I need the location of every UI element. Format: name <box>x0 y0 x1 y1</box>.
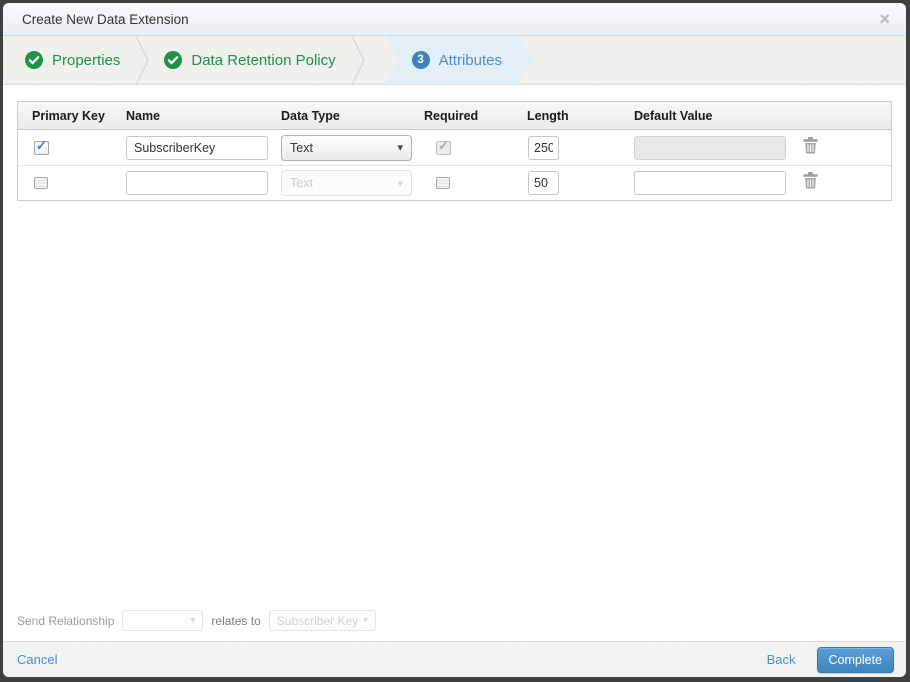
chevron-down-icon: ▾ <box>190 615 196 626</box>
back-link[interactable]: Back <box>767 652 796 667</box>
wizard-steps: Properties Data Retention Policy 3 Attri… <box>3 35 906 85</box>
wizard-step-label: Properties <box>52 51 121 69</box>
wizard-step-data-retention-policy[interactable]: Data Retention Policy <box>164 51 336 69</box>
create-data-extension-dialog: Create New Data Extension × Properties D… <box>3 3 906 677</box>
attribute-row: Text ▾ <box>18 130 891 165</box>
screen-background: Create New Data Extension × Properties D… <box>0 0 910 682</box>
chevron-down-icon: ▾ <box>363 615 369 626</box>
attributes-table: Primary Key Name Data Type Required Leng… <box>17 101 892 201</box>
trash-icon[interactable] <box>803 136 818 154</box>
send-relationship-row: Send Relationship ▾ relates to Subscribe… <box>17 610 892 631</box>
check-circle-icon <box>164 51 183 69</box>
primary-key-checkbox[interactable] <box>34 140 49 155</box>
length-input[interactable] <box>528 171 559 195</box>
default-value-input[interactable] <box>634 171 786 195</box>
send-relationship-target-select: Subscriber Key ▾ <box>268 610 377 631</box>
header-length: Length <box>527 108 569 123</box>
wizard-step-attributes[interactable]: 3 Attributes <box>386 36 534 85</box>
data-type-value: Text <box>290 176 313 190</box>
primary-key-checkbox[interactable] <box>34 177 48 189</box>
required-checkbox <box>436 140 451 155</box>
close-icon[interactable]: × <box>879 10 890 28</box>
send-relationship-label: Send Relationship <box>17 613 115 628</box>
chevron-separator-icon <box>350 35 365 85</box>
wizard-step-properties[interactable]: Properties <box>25 51 120 69</box>
dialog-title: Create New Data Extension <box>22 11 189 27</box>
complete-button[interactable]: Complete <box>816 646 894 673</box>
header-data-type: Data Type <box>281 108 340 123</box>
data-type-select: Text ▾ <box>281 170 412 196</box>
send-relationship-target-value: Subscriber Key <box>276 613 359 628</box>
header-required: Required <box>424 108 479 123</box>
name-input[interactable] <box>126 135 268 160</box>
dialog-titlebar: Create New Data Extension × <box>3 3 906 36</box>
dialog-footer: Cancel Back Complete <box>3 641 906 677</box>
header-primary-key: Primary Key <box>32 108 105 123</box>
chevron-down-icon: ▾ <box>397 142 403 154</box>
required-checkbox[interactable] <box>436 177 450 189</box>
relates-to-label: relates to <box>211 613 261 628</box>
cancel-link[interactable]: Cancel <box>17 652 57 667</box>
wizard-step-label: Data Retention Policy <box>191 51 336 69</box>
wizard-step-label: Attributes <box>438 51 502 69</box>
send-relationship-source-select: ▾ <box>122 610 204 631</box>
attribute-row: Text ▾ <box>18 165 891 200</box>
header-default-value: Default Value <box>634 108 713 123</box>
trash-icon[interactable] <box>803 172 818 189</box>
chevron-down-icon: ▾ <box>397 177 403 190</box>
attributes-panel: Primary Key Name Data Type Required Leng… <box>3 85 906 641</box>
default-value-input <box>634 135 786 160</box>
check-circle-icon <box>25 51 43 69</box>
header-name: Name <box>126 108 161 123</box>
data-type-select[interactable]: Text ▾ <box>281 134 412 161</box>
step-number-badge: 3 <box>412 51 430 69</box>
length-input[interactable] <box>528 135 559 160</box>
attributes-table-header: Primary Key Name Data Type Required Leng… <box>18 102 891 130</box>
data-type-value: Text <box>290 140 313 155</box>
name-input[interactable] <box>126 171 268 195</box>
chevron-separator-icon <box>135 35 150 85</box>
